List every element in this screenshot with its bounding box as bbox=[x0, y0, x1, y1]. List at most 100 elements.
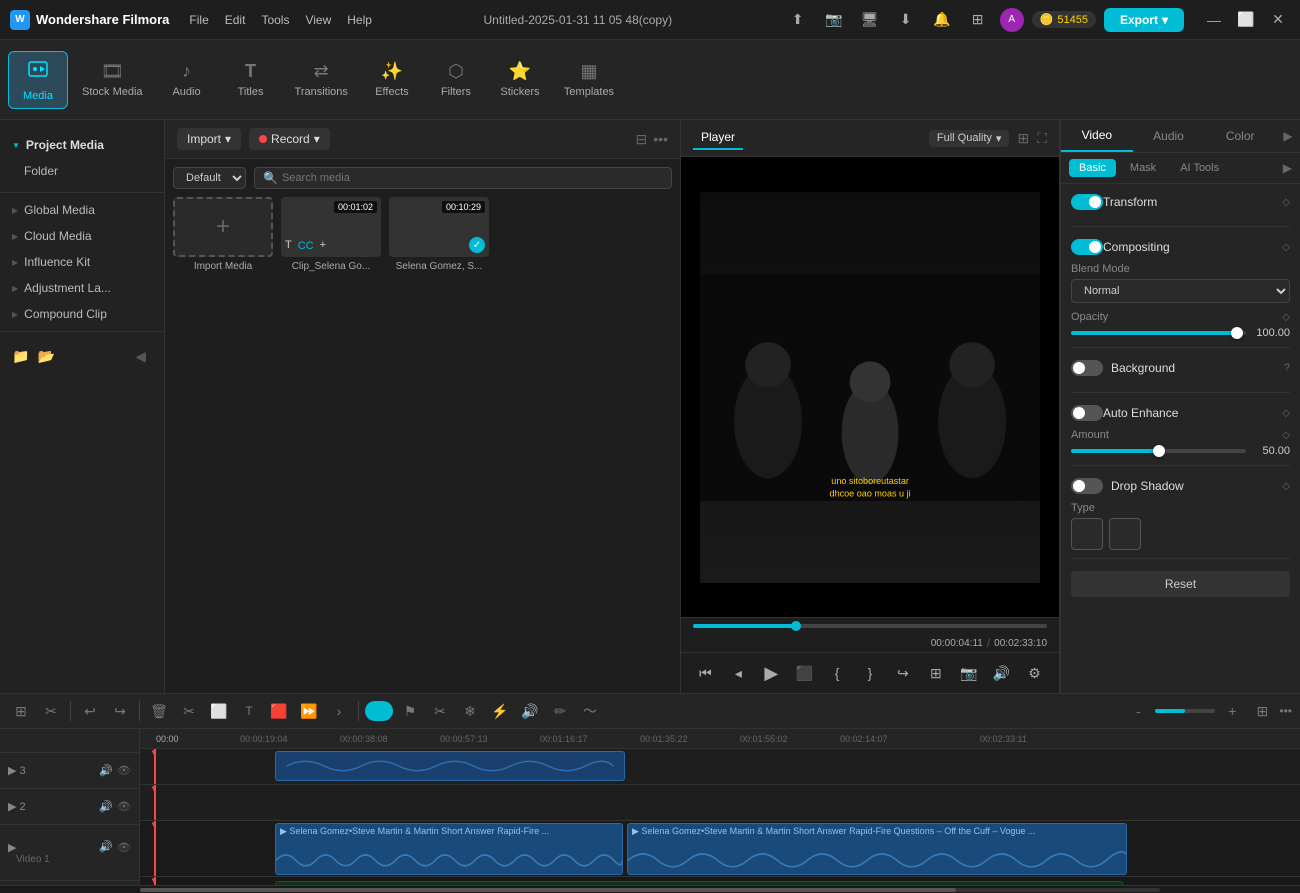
cut-button[interactable]: ✂ bbox=[176, 698, 202, 724]
tab-color[interactable]: Color bbox=[1204, 121, 1276, 151]
mark-out-button[interactable]: } bbox=[858, 659, 883, 687]
playhead-marker[interactable] bbox=[365, 701, 393, 721]
subtab-basic[interactable]: Basic bbox=[1069, 159, 1116, 177]
tool-filters[interactable]: ⬡ Filters bbox=[426, 55, 486, 104]
notification-icon[interactable]: 🔔 bbox=[928, 6, 956, 34]
sidebar-collapse-button[interactable]: ◀ bbox=[129, 342, 152, 371]
zoom-in-button[interactable]: + bbox=[1219, 698, 1245, 724]
track2-audio-icon[interactable]: 🔊 bbox=[99, 800, 113, 814]
type-swatch-2[interactable] bbox=[1109, 518, 1141, 550]
add-to-timeline-button[interactable]: ↪ bbox=[890, 659, 915, 687]
delete-button[interactable]: 🗑 bbox=[146, 698, 172, 724]
opacity-slider[interactable] bbox=[1071, 331, 1246, 335]
track1-audio-icon[interactable]: 🔊 bbox=[99, 840, 113, 854]
track3-audio-icon[interactable]: 🔊 bbox=[99, 764, 113, 778]
background-toggle[interactable] bbox=[1071, 360, 1103, 376]
sidebar-item-compound-clip[interactable]: ▶ Compound Clip bbox=[0, 301, 164, 327]
view-select[interactable]: Default bbox=[173, 167, 246, 189]
tool-media[interactable]: Media bbox=[8, 51, 68, 109]
panel-tabs-arrow[interactable]: ▶ bbox=[1276, 129, 1300, 143]
sidebar-item-global-media[interactable]: ▶ Global Media bbox=[0, 197, 164, 223]
record-button[interactable]: Record ▾ bbox=[249, 128, 330, 150]
subtab-ai-tools[interactable]: AI Tools bbox=[1170, 159, 1229, 177]
tool-stickers[interactable]: ⭐ Stickers bbox=[490, 55, 550, 104]
audio-detach-button[interactable]: 🔊 bbox=[517, 698, 543, 724]
tool-stock-media[interactable]: 🎞 Stock Media bbox=[72, 55, 153, 104]
opacity-keyframe-icon[interactable]: ◇ bbox=[1282, 312, 1290, 323]
subtab-arrow[interactable]: ▶ bbox=[1283, 161, 1292, 175]
list-item[interactable]: 00:10:29 ✓ Selena Gomez, S... bbox=[389, 197, 489, 272]
menu-view[interactable]: View bbox=[305, 13, 331, 27]
transform-keyframe-icon[interactable]: ◇ bbox=[1282, 197, 1290, 208]
background-help-icon[interactable]: ? bbox=[1284, 362, 1290, 374]
prev-frame-button[interactable]: ⏮ bbox=[693, 659, 718, 687]
list-item[interactable]: 00:01:02 T CC + Clip_Selena Go... bbox=[281, 197, 381, 272]
timeline-scrubber[interactable] bbox=[693, 624, 1047, 628]
text-button[interactable]: T bbox=[236, 698, 262, 724]
type-swatch-1[interactable] bbox=[1071, 518, 1103, 550]
snapshot-button[interactable]: 📷 bbox=[956, 659, 981, 687]
stop-button[interactable]: ⬛ bbox=[792, 659, 817, 687]
mark-in-button[interactable]: { bbox=[825, 659, 850, 687]
add-track-button[interactable]: ⊞ bbox=[8, 698, 34, 724]
freeze-button[interactable]: ❄ bbox=[457, 698, 483, 724]
amount-keyframe-icon[interactable]: ◇ bbox=[1282, 430, 1290, 441]
player-tab[interactable]: Player bbox=[693, 126, 743, 150]
opacity-knob[interactable] bbox=[1231, 327, 1243, 339]
minimize-button[interactable]: — bbox=[1202, 8, 1226, 32]
search-input[interactable] bbox=[282, 172, 663, 184]
timeline-thumb[interactable] bbox=[791, 621, 801, 631]
reset-button[interactable]: Reset bbox=[1071, 571, 1290, 597]
blend-mode-select[interactable]: Normal Multiply Screen Overlay bbox=[1071, 279, 1290, 303]
amount-knob[interactable] bbox=[1153, 445, 1165, 457]
edit-mode-button[interactable]: ✂ bbox=[38, 698, 64, 724]
apps-icon[interactable]: ⊞ bbox=[964, 6, 992, 34]
speed2-button[interactable]: ⚡ bbox=[487, 698, 513, 724]
audio-button[interactable]: 🔊 bbox=[989, 659, 1014, 687]
tab-video[interactable]: Video bbox=[1061, 120, 1133, 152]
tool-templates[interactable]: ▦ Templates bbox=[554, 55, 624, 104]
fullscreen-icon[interactable]: ⛶ bbox=[1037, 130, 1047, 147]
menu-help[interactable]: Help bbox=[347, 13, 372, 27]
tool-titles[interactable]: T Titles bbox=[221, 55, 281, 104]
list-item[interactable]: + Import Media bbox=[173, 197, 273, 272]
motion-button[interactable]: 〜 bbox=[577, 698, 603, 724]
sidebar-item-folder[interactable]: Folder bbox=[0, 158, 164, 184]
sidebar-item-influence-kit[interactable]: ▶ Influence Kit bbox=[0, 249, 164, 275]
clip-video1[interactable]: ▶ Selena Gomez•Steve Martin & Martin Sho… bbox=[275, 823, 623, 875]
user-avatar[interactable]: A bbox=[1000, 8, 1024, 32]
menu-tools[interactable]: Tools bbox=[261, 13, 289, 27]
grid-button[interactable]: ⊞ bbox=[1249, 698, 1275, 724]
play-button[interactable]: ▶ bbox=[759, 659, 784, 687]
auto-enhance-keyframe-icon[interactable]: ◇ bbox=[1282, 408, 1290, 419]
edit2-button[interactable]: ✏ bbox=[547, 698, 573, 724]
speed-button[interactable]: ⏩ bbox=[296, 698, 322, 724]
amount-slider[interactable] bbox=[1071, 449, 1246, 453]
folder-add-icon[interactable]: 📁 bbox=[12, 348, 29, 365]
sidebar-item-cloud-media[interactable]: ▶ Cloud Media bbox=[0, 223, 164, 249]
clip-video2[interactable]: ▶ Selena Gomez•Steve Martin & Martin Sho… bbox=[627, 823, 1127, 875]
sidebar-item-project-media[interactable]: ▼ Project Media bbox=[0, 132, 164, 158]
compositing-toggle[interactable] bbox=[1071, 239, 1103, 255]
tool-audio[interactable]: ♪ Audio bbox=[157, 55, 217, 104]
download-icon[interactable]: ⬇ bbox=[892, 6, 920, 34]
more-options-icon[interactable]: ••• bbox=[653, 131, 668, 148]
color-button[interactable]: 🟥 bbox=[266, 698, 292, 724]
track3-eye-icon[interactable]: 👁 bbox=[117, 764, 131, 778]
more-options-timeline[interactable]: ••• bbox=[1279, 704, 1292, 718]
split-button[interactable]: ⊞ bbox=[923, 659, 948, 687]
grid-icon[interactable]: ⊞ bbox=[1017, 130, 1029, 147]
menu-file[interactable]: File bbox=[189, 13, 208, 27]
auto-enhance-toggle[interactable] bbox=[1071, 405, 1103, 421]
audio-strip-3[interactable] bbox=[275, 751, 625, 781]
more-tools-button[interactable]: › bbox=[326, 698, 352, 724]
drop-shadow-keyframe-icon[interactable]: ◇ bbox=[1282, 481, 1290, 492]
scrollbar-thumb[interactable] bbox=[140, 888, 956, 892]
subtab-mask[interactable]: Mask bbox=[1120, 159, 1166, 177]
filter-icon[interactable]: ⊟ bbox=[636, 131, 648, 148]
sidebar-item-adjustment[interactable]: ▶ Adjustment La... bbox=[0, 275, 164, 301]
share-icon[interactable]: ⬆ bbox=[784, 6, 812, 34]
tool-transitions[interactable]: ⇄ Transitions bbox=[285, 55, 358, 104]
undo-button[interactable]: ↩ bbox=[77, 698, 103, 724]
drop-shadow-toggle[interactable] bbox=[1071, 478, 1103, 494]
